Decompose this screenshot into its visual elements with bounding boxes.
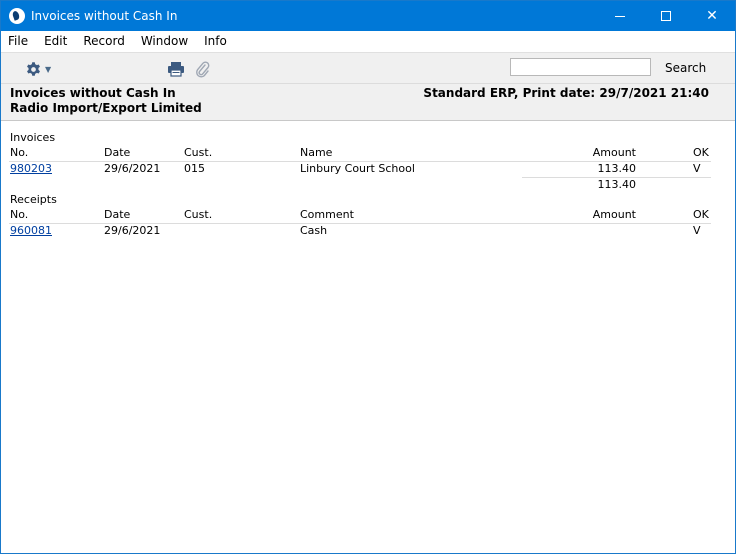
receipts-header-comment: Comment xyxy=(300,208,354,221)
minimize-icon xyxy=(615,15,625,17)
receipts-header-cust: Cust. xyxy=(184,208,213,221)
receipts-section-label: Receipts xyxy=(10,193,57,206)
invoice-amount: 113.40 xyxy=(597,162,637,175)
print-icon[interactable] xyxy=(167,61,185,77)
report-body: Invoices No. Date Cust. Name Amount OK 9… xyxy=(1,122,735,553)
receipt-ok: V xyxy=(693,224,701,237)
invoices-header-amount: Amount xyxy=(592,146,636,159)
report-window: Invoices without Cash In ✕ File Edit Rec… xyxy=(0,0,736,554)
title-bar[interactable]: Invoices without Cash In ✕ xyxy=(1,1,735,31)
invoice-date: 29/6/2021 xyxy=(104,162,161,175)
close-icon: ✕ xyxy=(706,8,718,24)
chevron-down-icon: ▼ xyxy=(45,64,52,74)
invoice-ok: V xyxy=(693,162,701,175)
gear-icon xyxy=(27,61,40,76)
invoices-header-cust: Cust. xyxy=(184,146,213,159)
search-button[interactable]: Search xyxy=(665,61,706,75)
receipts-header-date: Date xyxy=(104,208,131,221)
receipts-header-amount: Amount xyxy=(592,208,636,221)
report-header: Invoices without Cash In Radio Import/Ex… xyxy=(1,83,735,121)
invoices-header-ok: OK xyxy=(693,146,709,159)
receipt-comment: Cash xyxy=(300,224,328,237)
invoice-number-link[interactable]: 980203 xyxy=(10,162,52,176)
menu-file[interactable]: File xyxy=(1,31,36,52)
window-title: Invoices without Cash In xyxy=(31,9,178,23)
maximize-icon xyxy=(661,11,671,21)
receipts-header-no: No. xyxy=(10,208,29,221)
report-title: Invoices without Cash In xyxy=(10,86,176,100)
toolbar: ▼ Search xyxy=(1,52,735,83)
menu-window[interactable]: Window xyxy=(133,31,196,52)
search-input[interactable] xyxy=(510,58,651,76)
invoices-section-label: Invoices xyxy=(10,131,56,144)
receipt-date: 29/6/2021 xyxy=(104,224,161,237)
maximize-button[interactable] xyxy=(643,1,689,31)
menu-edit[interactable]: Edit xyxy=(36,31,75,52)
invoices-header-no: No. xyxy=(10,146,29,159)
paperclip-icon[interactable] xyxy=(194,60,210,78)
print-info: Standard ERP, Print date: 29/7/2021 21:4… xyxy=(423,86,709,100)
minimize-button[interactable] xyxy=(597,1,643,31)
invoice-customer: 015 xyxy=(184,162,205,175)
receipts-header-ok: OK xyxy=(693,208,709,221)
invoices-header-date: Date xyxy=(104,146,131,159)
invoices-header-name: Name xyxy=(300,146,333,159)
menu-bar: File Edit Record Window Info xyxy=(1,31,735,52)
invoice-name: Linbury Court School xyxy=(300,162,415,175)
receipt-number-link[interactable]: 960081 xyxy=(10,224,52,238)
menu-info[interactable]: Info xyxy=(196,31,235,52)
invoices-total: 113.40 xyxy=(597,178,637,191)
company-name: Radio Import/Export Limited xyxy=(10,101,202,115)
menu-record[interactable]: Record xyxy=(75,31,132,52)
close-button[interactable]: ✕ xyxy=(689,1,735,31)
app-icon xyxy=(9,8,25,24)
operations-menu-button[interactable]: ▼ xyxy=(25,60,55,78)
